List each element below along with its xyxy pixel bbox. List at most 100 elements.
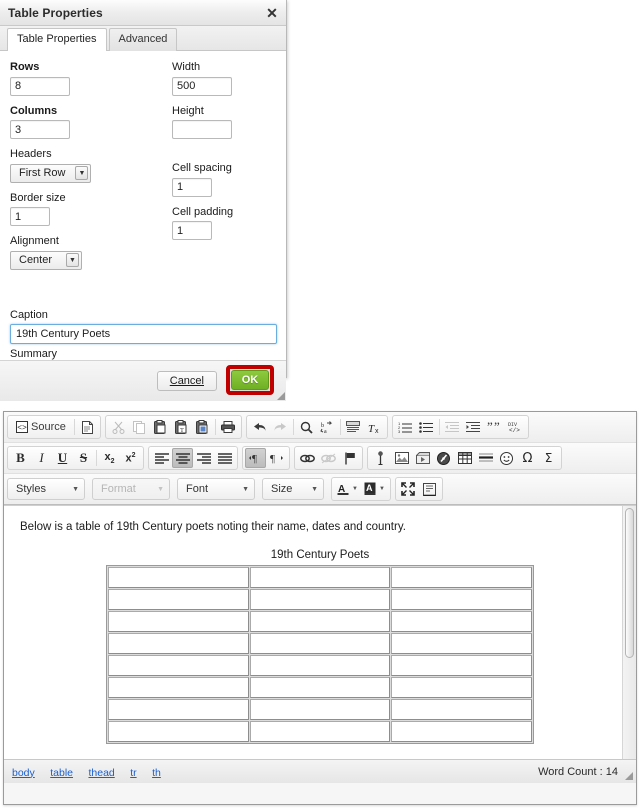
find-button[interactable] — [296, 417, 317, 437]
print-button[interactable] — [218, 417, 239, 437]
table-cell[interactable] — [108, 655, 249, 676]
numbered-list-button[interactable]: 123 — [395, 417, 416, 437]
table-cell[interactable] — [391, 721, 532, 742]
table-row[interactable] — [108, 611, 532, 632]
insert-image-button[interactable] — [391, 448, 412, 468]
element-path-tr[interactable]: tr — [130, 767, 136, 779]
insert-special-char-button[interactable]: Ω — [517, 448, 538, 468]
table-cell[interactable] — [249, 677, 391, 698]
width-input[interactable] — [172, 76, 232, 96]
table-cell[interactable] — [249, 633, 391, 654]
insert-media-button[interactable] — [433, 448, 454, 468]
increase-indent-button[interactable] — [463, 417, 484, 437]
replace-button[interactable]: ba — [317, 417, 338, 437]
show-blocks-button[interactable] — [419, 479, 440, 499]
close-icon[interactable]: ✕ — [263, 4, 281, 22]
columns-input[interactable] — [10, 120, 70, 139]
border-size-input[interactable] — [10, 207, 50, 226]
headers-select[interactable]: First Row ▼ — [10, 163, 92, 183]
table-cell[interactable] — [391, 699, 532, 720]
align-right-button[interactable] — [193, 448, 214, 468]
styles-combo[interactable]: Styles ▼ — [7, 478, 85, 500]
align-center-button[interactable] — [172, 448, 193, 468]
ok-button[interactable]: OK — [231, 370, 269, 390]
table-row[interactable] — [108, 655, 532, 676]
text-direction-ltr-button[interactable]: ¶ — [245, 448, 266, 468]
table-row[interactable] — [108, 677, 532, 698]
insert-smiley-button[interactable] — [496, 448, 517, 468]
editor-resize-grip[interactable] — [625, 772, 633, 780]
tab-advanced[interactable]: Advanced — [108, 28, 178, 51]
table-row[interactable] — [108, 589, 532, 610]
table-cell[interactable] — [108, 699, 249, 720]
scrollbar-thumb[interactable] — [625, 508, 634, 658]
table-cell[interactable] — [108, 589, 249, 610]
text-direction-rtl-button[interactable]: ¶ — [266, 448, 287, 468]
cut-button[interactable] — [108, 417, 129, 437]
decrease-indent-button[interactable] — [442, 417, 463, 437]
superscript-button[interactable]: x2 — [120, 448, 141, 468]
blockquote-button[interactable]: ”” — [484, 417, 505, 437]
remove-format-button[interactable]: Tx — [364, 417, 385, 437]
table-cell[interactable] — [391, 589, 532, 610]
div-container-button[interactable]: DIV </> — [505, 417, 526, 437]
table-cell[interactable] — [249, 655, 391, 676]
table-cell[interactable] — [108, 677, 249, 698]
paste-word-button[interactable] — [192, 417, 213, 437]
paste-button[interactable] — [150, 417, 171, 437]
dialog-resize-grip[interactable] — [277, 392, 285, 400]
cancel-button[interactable]: Cancel — [156, 371, 217, 391]
cell-spacing-input[interactable] — [172, 177, 212, 197]
height-input[interactable] — [172, 120, 232, 139]
insert-horizontal-rule-button[interactable] — [475, 448, 496, 468]
table-cell[interactable] — [391, 567, 532, 588]
rows-input[interactable] — [10, 76, 70, 96]
unlink-button[interactable] — [318, 448, 339, 468]
select-all-button[interactable] — [343, 417, 364, 437]
table-row[interactable] — [108, 633, 532, 654]
insert-pin-button[interactable] — [370, 448, 391, 468]
redo-button[interactable] — [270, 417, 291, 437]
table-cell[interactable] — [108, 721, 249, 742]
anchor-button[interactable] — [339, 448, 360, 468]
italic-button[interactable]: I — [31, 448, 52, 468]
paste-text-button[interactable]: T — [171, 417, 192, 437]
table-cell[interactable] — [108, 567, 249, 588]
insert-flash-button[interactable] — [412, 448, 433, 468]
table-cell[interactable] — [391, 677, 532, 698]
size-combo[interactable]: Size ▼ — [262, 478, 324, 500]
table-cell[interactable] — [391, 633, 532, 654]
element-path-body[interactable]: body — [12, 767, 35, 779]
align-left-button[interactable] — [151, 448, 172, 468]
bold-button[interactable]: B — [10, 448, 31, 468]
format-combo[interactable]: Format ▼ — [92, 478, 170, 500]
table-cell[interactable] — [108, 633, 249, 654]
table-cell[interactable] — [249, 567, 391, 588]
table-row[interactable] — [108, 721, 532, 742]
insert-table-button[interactable] — [454, 448, 475, 468]
caption-input[interactable] — [10, 324, 277, 344]
table-cell[interactable] — [249, 699, 391, 720]
table-cell[interactable] — [249, 721, 391, 742]
source-button[interactable]: <> Source — [10, 417, 72, 437]
text-color-button[interactable]: A ▼ — [334, 479, 361, 499]
strikethrough-button[interactable]: S — [73, 448, 94, 468]
document-table[interactable] — [106, 565, 534, 744]
table-cell[interactable] — [391, 655, 532, 676]
element-path-table[interactable]: table — [50, 767, 73, 779]
undo-button[interactable] — [249, 417, 270, 437]
bulleted-list-button[interactable] — [416, 417, 437, 437]
tab-table-properties[interactable]: Table Properties — [7, 28, 107, 51]
background-color-button[interactable]: A ▼ — [361, 479, 388, 499]
editor-scrollbar[interactable] — [622, 506, 636, 759]
copy-button[interactable] — [129, 417, 150, 437]
table-cell[interactable] — [108, 611, 249, 632]
element-path-thead[interactable]: thead — [88, 767, 114, 779]
insert-math-button[interactable]: Σ — [538, 448, 559, 468]
subscript-button[interactable]: x2 — [99, 448, 120, 468]
alignment-select[interactable]: Center ▼ — [10, 250, 82, 270]
table-cell[interactable] — [249, 611, 391, 632]
table-cell[interactable] — [249, 589, 391, 610]
new-page-button[interactable] — [77, 417, 98, 437]
cell-padding-input[interactable] — [172, 221, 212, 240]
